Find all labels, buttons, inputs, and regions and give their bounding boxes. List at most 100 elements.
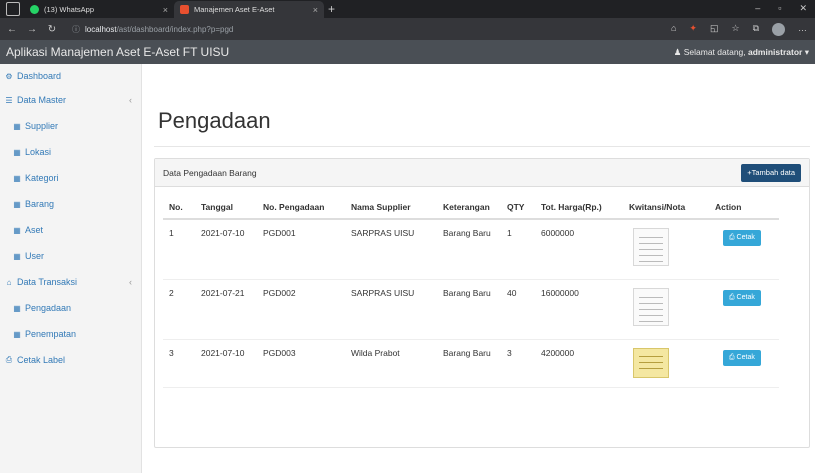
main-content: Pengadaan Data Pengadaan Barang +Tambah … [142, 64, 815, 473]
sidebar-item-supplier[interactable]: ▦ Supplier [0, 114, 142, 138]
maximize-icon[interactable]: ▫ [778, 3, 781, 14]
sidebar-item-dashboard[interactable]: ⚙ Dashboard [0, 64, 142, 88]
user-menu[interactable]: ♟ Selamat datang, administrator ▾ [674, 47, 815, 58]
cell-total: 16000000 [535, 279, 623, 340]
welcome-text: Selamat datang, [683, 46, 746, 57]
translate-icon[interactable]: ⌂ [671, 23, 676, 36]
add-data-button[interactable]: +Tambah data [741, 163, 801, 182]
page-title: Pengadaan [158, 108, 271, 133]
minimize-icon[interactable]: – [755, 3, 760, 14]
divider [154, 146, 810, 147]
data-panel: Data Pengadaan Barang +Tambah data No. T… [154, 158, 810, 448]
print-button-label: Cetak [736, 234, 755, 241]
sidebar-item-cetak-label[interactable]: ⎙ Cetak Label [0, 348, 142, 372]
reload-icon[interactable]: ↻ [44, 24, 60, 35]
print-button[interactable]: ⎙ Cetak [723, 289, 761, 306]
cell-qty: 1 [501, 219, 535, 280]
window-menu-icon[interactable] [6, 2, 20, 16]
cell-tanggal: 2021-07-10 [195, 219, 257, 280]
cell-tanggal: 2021-07-21 [195, 279, 257, 340]
more-menu-icon[interactable]: … [798, 23, 807, 36]
chevron-left-icon: ‹ [129, 277, 132, 287]
tab-title: (13) WhatsApp [44, 5, 95, 14]
cell-kwitansi [623, 219, 709, 280]
info-icon[interactable]: ⓘ [72, 24, 80, 35]
sidebar-item-label: Data Transaksi [17, 277, 78, 287]
site-favicon-icon [180, 5, 189, 14]
sidebar-item-label: Pengadaan [25, 303, 72, 313]
forward-icon[interactable]: → [24, 24, 40, 35]
profile-avatar[interactable] [772, 22, 785, 36]
cell-action: ⎙ Cetak [709, 339, 779, 388]
column-header: Kwitansi/Nota [623, 195, 709, 220]
new-tab-button[interactable]: + [328, 2, 335, 16]
table-icon: ▦ [13, 121, 21, 131]
sidebar-item-label: Supplier [25, 121, 59, 131]
table-icon: ▦ [13, 147, 21, 157]
cell-total: 6000000 [535, 219, 623, 280]
caret-down-icon: ▾ [804, 46, 809, 57]
extensions-icon[interactable]: ◱ [710, 23, 719, 36]
sidebar-item-aset[interactable]: ▦ Aset [0, 218, 142, 242]
sidebar-item-label: Penempatan [25, 329, 77, 339]
close-tab-icon[interactable]: × [163, 5, 168, 15]
cell-action: ⎙ Cetak [709, 279, 779, 340]
username: administrator [748, 46, 803, 57]
app-title[interactable]: Aplikasi Manajemen Aset E-Aset FT UISU [0, 45, 229, 59]
sidebar-item-label: User [25, 251, 45, 261]
sidebar-item-user[interactable]: ▦ User [0, 244, 142, 268]
tab-title: Manajemen Aset E-Aset [194, 5, 275, 14]
sidebar: ⚙ Dashboard ☰ Data Master ‹ ▦ Supplier ▦… [0, 64, 142, 473]
sidebar-item-label: Lokasi [25, 147, 52, 157]
sidebar-item-pengadaan[interactable]: ▦ Pengadaan [0, 296, 142, 320]
back-icon[interactable]: ← [4, 24, 20, 35]
bank-icon: ⌂ [6, 277, 12, 287]
sidebar-item-lokasi[interactable]: ▦ Lokasi [0, 140, 142, 164]
sidebar-item-label: Dashboard [17, 71, 62, 81]
column-header: Tanggal [195, 195, 257, 220]
table-icon: ▦ [13, 303, 21, 313]
receipt-thumbnail[interactable] [633, 347, 669, 378]
close-tab-icon[interactable]: × [313, 5, 318, 15]
sidebar-item-barang[interactable]: ▦ Barang [0, 192, 142, 216]
cell-keterangan: Barang Baru [437, 339, 501, 388]
collections-icon[interactable]: ⧉ [753, 23, 759, 36]
sidebar-item-kategori[interactable]: ▦ Kategori [0, 166, 142, 190]
cell-total: 4200000 [535, 339, 623, 388]
url-path: /ast/dashboard/index.php?p=pgd [116, 24, 234, 34]
app-header: Aplikasi Manajemen Aset E-Aset FT UISU ♟… [0, 40, 815, 64]
sidebar-item-data-master[interactable]: ☰ Data Master ‹ [0, 88, 142, 112]
print-button[interactable]: ⎙ Cetak [723, 349, 761, 366]
column-header: Keterangan [437, 195, 501, 220]
cell-no: 1 [163, 219, 195, 280]
sidebar-item-label: Aset [25, 225, 44, 235]
browser-tab-bar: (13) WhatsApp × Manajemen Aset E-Aset × … [0, 0, 815, 18]
print-icon: ⎙ [729, 293, 737, 301]
close-window-icon[interactable]: ✕ [799, 3, 807, 14]
cell-no: 3 [163, 339, 195, 388]
address-bar[interactable]: ⓘ localhost/ast/dashboard/index.php?p=pg… [68, 21, 623, 37]
sidebar-item-data-transaksi[interactable]: ⌂ Data Transaksi ‹ [0, 270, 142, 294]
panel-title: Data Pengadaan Barang [163, 167, 257, 178]
sidebar-item-label: Kategori [25, 173, 59, 183]
browser-tab-whatsapp[interactable]: (13) WhatsApp × [24, 1, 174, 18]
cell-no-pengadaan: PGD001 [257, 219, 345, 280]
receipt-thumbnail[interactable] [633, 287, 669, 326]
cell-supplier: SARPRAS UISU [345, 279, 437, 340]
column-header: QTY [501, 195, 535, 220]
browser-tab-easet[interactable]: Manajemen Aset E-Aset × [174, 1, 324, 18]
receipt-thumbnail[interactable] [633, 228, 669, 266]
favorites-icon[interactable]: ☆ [731, 23, 739, 36]
table-row: 2 2021-07-21 PGD002 SARPRAS UISU Barang … [163, 279, 779, 340]
extension-icon[interactable]: ✦ [689, 23, 697, 36]
cell-qty: 40 [501, 279, 535, 340]
sidebar-item-penempatan[interactable]: ▦ Penempatan [0, 322, 142, 346]
whatsapp-icon [30, 5, 39, 14]
print-button[interactable]: ⎙ Cetak [723, 230, 761, 246]
print-icon: ⎙ [729, 234, 737, 241]
sidebar-item-label: Data Master [17, 95, 67, 105]
table-icon: ▦ [13, 173, 21, 183]
cell-keterangan: Barang Baru [437, 219, 501, 280]
dashboard-icon: ⚙ [5, 71, 13, 81]
cell-supplier: SARPRAS UISU [345, 219, 437, 280]
